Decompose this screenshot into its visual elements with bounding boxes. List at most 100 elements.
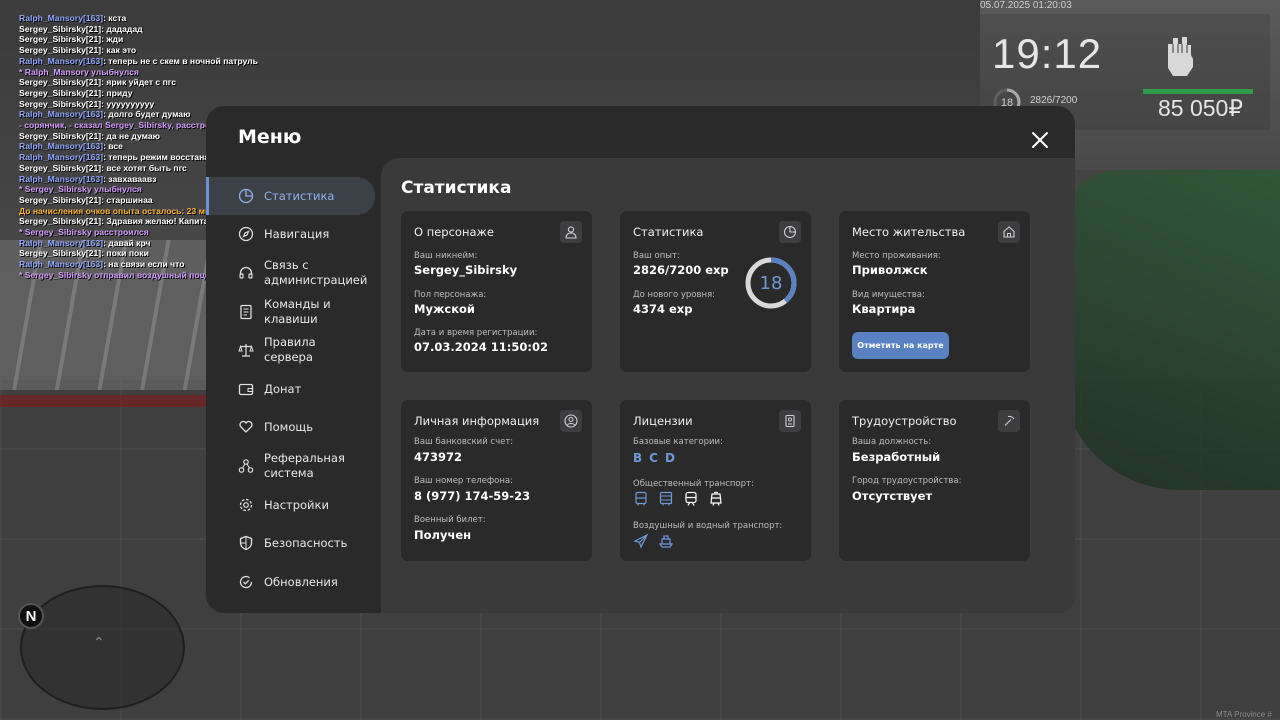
chat-message: : завхаваавз — [103, 173, 157, 184]
mark-on-map-button[interactable]: Отметить на карте — [852, 332, 949, 359]
chat-author: Sergey_Sibirsky[21] — [19, 34, 102, 45]
sidebar-item-settings[interactable]: Настройки — [206, 486, 375, 524]
residence-value: Приволжск — [852, 263, 928, 277]
close-icon[interactable] — [1030, 130, 1050, 150]
chat-author: Ralph_Mansory[163] — [19, 173, 104, 184]
chat-message: * Sergey_Sibirsky улыбнулся — [19, 184, 142, 195]
sidebar-item-label: Команды и клавиши — [264, 297, 331, 326]
plane-icon — [633, 533, 649, 549]
chat-message: : давай крч — [103, 237, 151, 248]
scales-icon — [238, 344, 254, 357]
train-icon — [685, 491, 697, 506]
chat-line: Sergey_Sibirsky[21]: ярик уйдет с пгс — [19, 77, 409, 88]
property-label: Вид имущества: — [852, 290, 925, 300]
base-categories-label: Базовые категории: — [633, 437, 723, 447]
sidebar-item-admin-contact[interactable]: Связь с администрацией — [206, 254, 375, 292]
chat-author: Ralph_Mansory[163] — [19, 109, 104, 120]
chat-message: : уууууууууу — [101, 98, 155, 109]
card-employment: Трудоустройство Ваша должность: Безработ… — [839, 400, 1030, 561]
chat-author: Ralph_Mansory[163] — [19, 152, 104, 163]
chat-line: Ralph_Mansory[163]: кста — [19, 13, 409, 24]
property-value: Квартира — [852, 302, 916, 316]
sidebar-item-label: Безопасность — [264, 535, 348, 550]
chat-author: Sergey_Sibirsky[21] — [19, 162, 102, 173]
next-level-value: 4374 exp — [633, 302, 693, 316]
sidebar-item-donate[interactable]: Донат — [206, 370, 375, 408]
next-level-label: До нового уровня: — [633, 290, 716, 300]
bank-value: 473972 — [414, 450, 463, 464]
sidebar-item-navigation[interactable]: Навигация — [206, 215, 375, 253]
hud-clock: 19:12 — [992, 30, 1103, 77]
wallet-icon — [238, 383, 254, 396]
sidebar-item-updates[interactable]: Обновления — [206, 563, 375, 601]
pie-chart-icon — [779, 221, 801, 243]
content-title: Статистика — [401, 178, 512, 198]
sidebar-item-statistics[interactable]: Статистика — [206, 177, 375, 215]
sidebar-item-security[interactable]: Безопасность — [206, 524, 375, 562]
watermark: MTA Province # — [1216, 710, 1272, 719]
heart-hand-icon — [239, 420, 253, 433]
card-title: Личная информация — [414, 414, 540, 428]
card-title: Лицензии — [633, 414, 693, 428]
pickaxe-icon — [998, 410, 1020, 432]
chat-author: Sergey_Sibirsky[21] — [19, 23, 102, 34]
card-statistics: Статистика Ваш опыт: 2826/7200 exp До но… — [620, 211, 811, 372]
sidebar-item-commands[interactable]: Команды и клавиши — [206, 293, 375, 331]
user-icon — [560, 221, 582, 243]
chat-message: : старшинаа — [101, 194, 153, 205]
background-green-structure — [1060, 170, 1280, 490]
card-title: О персонаже — [414, 225, 494, 239]
chat-line: Sergey_Sibirsky[21]: приду — [19, 88, 409, 99]
hud-exp: 2826/7200 — [1030, 95, 1078, 106]
sidebar-item-label: Навигация — [264, 226, 330, 241]
hud-money-bar — [1143, 89, 1253, 94]
content-panel: Статистика О персонаже Ваш никнейм: Serg… — [381, 158, 1075, 613]
headset-icon — [239, 266, 253, 279]
sidebar-item-label: Связь с администрацией — [264, 258, 368, 287]
exp-label: Ваш опыт: — [633, 251, 680, 261]
nickname-value: Sergey_Sibirsky — [414, 263, 518, 277]
bus-icon — [635, 491, 647, 506]
gear-icon — [239, 498, 253, 512]
chat-message: * Sergey_Sibirsky отправил воздушный поц… — [19, 269, 226, 280]
sidebar-item-label: Обновления — [264, 574, 338, 589]
refresh-check-icon — [239, 575, 253, 589]
house-icon — [998, 221, 1020, 243]
chat-author: Sergey_Sibirsky[21] — [19, 45, 102, 56]
card-title: Трудоустройство — [852, 414, 957, 428]
chat-author: Sergey_Sibirsky[21] — [19, 98, 102, 109]
chat-author: Ralph_Mansory[163] — [19, 13, 104, 23]
position-value: Безработный — [852, 450, 941, 464]
registration-label: Дата и время регистрации: — [414, 328, 538, 338]
chat-message: : теперь не с скем в ночной патруль — [103, 55, 258, 66]
sidebar-item-rules[interactable]: Правила сервера — [206, 331, 375, 369]
chat-author: Sergey_Sibirsky[21] — [19, 216, 102, 227]
residence-label: Место проживания: — [852, 251, 941, 261]
military-label: Военный билет: — [414, 515, 486, 525]
chat-author: Ralph_Mansory[163] — [19, 237, 104, 248]
sidebar-item-label: Статистика — [264, 188, 335, 203]
air-water-transport-icons — [633, 533, 674, 549]
chat-message: : дададад — [101, 23, 143, 34]
chat-line: Sergey_Sibirsky[21]: дададад — [19, 24, 409, 35]
ship-icon — [658, 535, 674, 548]
chat-author: Ralph_Mansory[163] — [19, 259, 104, 270]
chat-line: Sergey_Sibirsky[21]: жди — [19, 34, 409, 45]
tram-icon — [710, 491, 722, 506]
chat-message: : все хотят быть пгс — [101, 162, 187, 173]
chat-author: Ralph_Mansory[163] — [19, 141, 104, 152]
chat-message: * Sergey_Sibirsky расстроился — [19, 227, 149, 238]
chat-message: : на связи если что — [103, 259, 185, 270]
fist-icon — [1168, 37, 1193, 76]
sidebar-item-help[interactable]: Помощь — [206, 408, 375, 446]
chat-message: : приду — [101, 87, 133, 98]
pie-chart-icon — [238, 188, 254, 204]
chat-message: : жди — [101, 34, 124, 45]
license-icon — [779, 410, 801, 432]
shield-icon — [239, 535, 253, 551]
sidebar-item-referral[interactable]: Реферальная система — [206, 447, 375, 485]
user-circle-icon — [560, 410, 582, 432]
registration-value: 07.03.2024 11:50:02 — [414, 340, 548, 354]
chat-author: Sergey_Sibirsky[21] — [19, 130, 102, 141]
chat-author: Sergey_Sibirsky[21] — [19, 77, 102, 88]
